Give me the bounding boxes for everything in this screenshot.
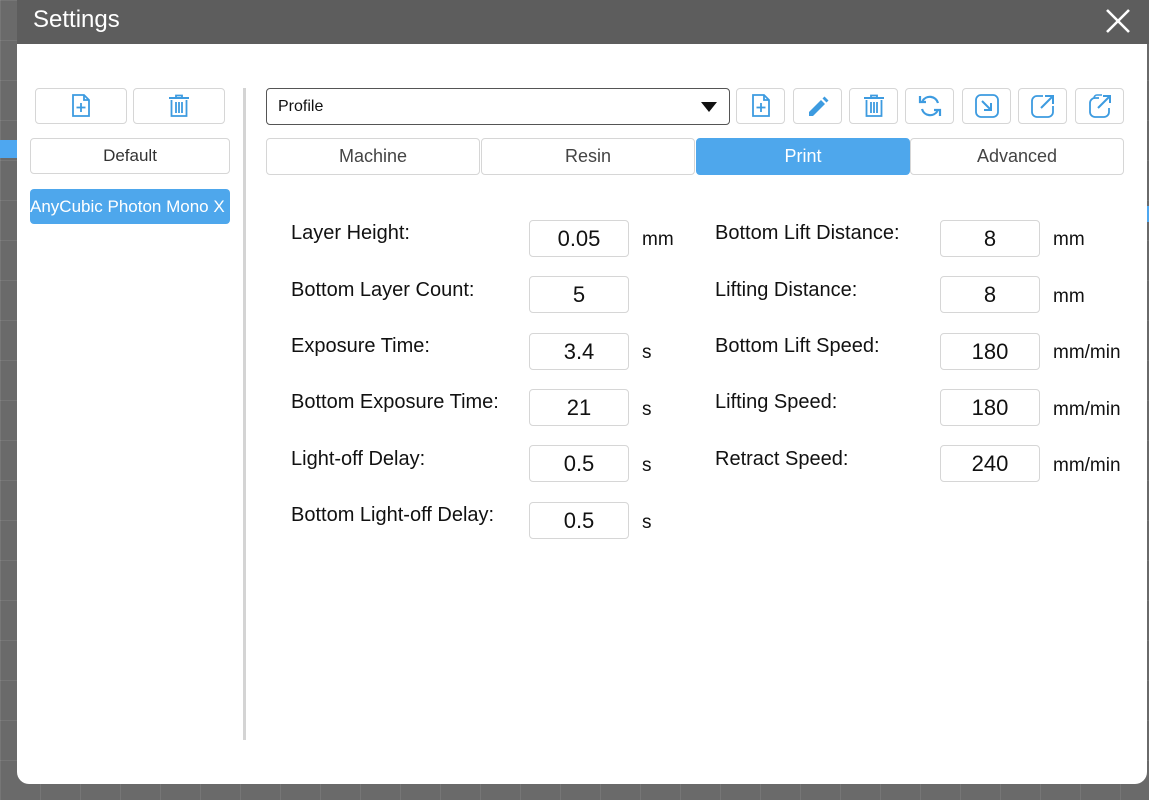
bottom-layer-count-label: Bottom Layer Count: <box>291 279 475 301</box>
export-all-profiles-button[interactable] <box>1075 88 1124 124</box>
bottom-lift-distance-label: Bottom Lift Distance: <box>715 222 900 244</box>
retract-speed-field[interactable]: 240 <box>940 445 1040 482</box>
machine-list-item[interactable]: AnyCubic Photon Mono X <box>30 189 230 224</box>
light-off-delay-unit: s <box>642 455 652 476</box>
layer-height-field[interactable]: 0.05 <box>529 220 629 257</box>
lifting-distance-unit: mm <box>1053 286 1085 307</box>
bottom-exposure-time-label: Bottom Exposure Time: <box>291 391 499 413</box>
lifting-speed-unit: mm/min <box>1053 399 1121 420</box>
bottom-lift-distance-unit: mm <box>1053 229 1085 250</box>
delete-profile-button[interactable] <box>849 88 898 124</box>
import-icon <box>974 94 999 118</box>
bottom-lift-speed-label: Bottom Lift Speed: <box>715 335 880 357</box>
bottom-light-off-delay-field[interactable]: 0.5 <box>529 502 629 539</box>
exposure-time-field[interactable]: 3.4 <box>529 333 629 370</box>
lifting-speed-label: Lifting Speed: <box>715 391 838 413</box>
refresh-icon <box>918 95 941 117</box>
tab-print[interactable]: Print <box>696 138 910 175</box>
export-icon <box>1030 95 1054 118</box>
delete-machine-button[interactable] <box>133 88 225 124</box>
light-off-delay-field[interactable]: 0.5 <box>529 445 629 482</box>
layer-height-label: Layer Height: <box>291 222 410 244</box>
dialog-title: Settings <box>33 6 120 33</box>
tab-resin[interactable]: Resin <box>481 138 695 175</box>
dialog-titlebar: Settings <box>17 0 1149 44</box>
trash-icon <box>169 94 189 117</box>
file-plus-icon <box>72 94 90 117</box>
lifting-speed-field[interactable]: 180 <box>940 389 1040 426</box>
panel-divider <box>243 88 246 740</box>
bottom-light-off-delay-unit: s <box>642 512 652 533</box>
trash-icon <box>863 94 884 117</box>
profile-dropdown-value: Profile <box>278 97 324 115</box>
tab-advanced[interactable]: Advanced <box>910 138 1124 175</box>
export-profile-button[interactable] <box>1018 88 1067 124</box>
bottom-lift-distance-field[interactable]: 8 <box>940 220 1040 257</box>
export-all-icon <box>1088 94 1111 118</box>
new-profile-button[interactable] <box>736 88 785 124</box>
light-off-delay-label: Light-off Delay: <box>291 448 426 470</box>
settings-dialog: Default AnyCubic Photon Mono X Profile M… <box>17 44 1147 784</box>
retract-speed-label: Retract Speed: <box>715 448 849 470</box>
bottom-exposure-time-field[interactable]: 21 <box>529 389 629 426</box>
close-icon <box>1106 9 1130 33</box>
lifting-distance-field[interactable]: 8 <box>940 276 1040 313</box>
bottom-layer-count-field[interactable]: 5 <box>529 276 629 313</box>
retract-speed-unit: mm/min <box>1053 455 1121 476</box>
bottom-lift-speed-unit: mm/min <box>1053 342 1121 363</box>
lifting-distance-label: Lifting Distance: <box>715 279 858 301</box>
chevron-down-icon <box>701 102 717 112</box>
tab-machine[interactable]: Machine <box>266 138 480 175</box>
add-machine-button[interactable] <box>35 88 127 124</box>
reset-profile-button[interactable] <box>905 88 954 124</box>
file-plus-icon <box>751 94 770 117</box>
edit-profile-button[interactable] <box>793 88 842 124</box>
exposure-time-label: Exposure Time: <box>291 335 430 357</box>
profile-dropdown[interactable]: Profile <box>266 88 730 125</box>
layer-height-unit: mm <box>642 229 674 250</box>
bottom-exposure-time-unit: s <box>642 399 652 420</box>
bottom-lift-speed-field[interactable]: 180 <box>940 333 1040 370</box>
close-button[interactable] <box>1101 4 1135 38</box>
pencil-icon <box>808 96 828 116</box>
bottom-light-off-delay-label: Bottom Light-off Delay: <box>291 504 495 526</box>
exposure-time-unit: s <box>642 342 652 363</box>
import-profile-button[interactable] <box>962 88 1011 124</box>
default-button[interactable]: Default <box>30 138 230 174</box>
